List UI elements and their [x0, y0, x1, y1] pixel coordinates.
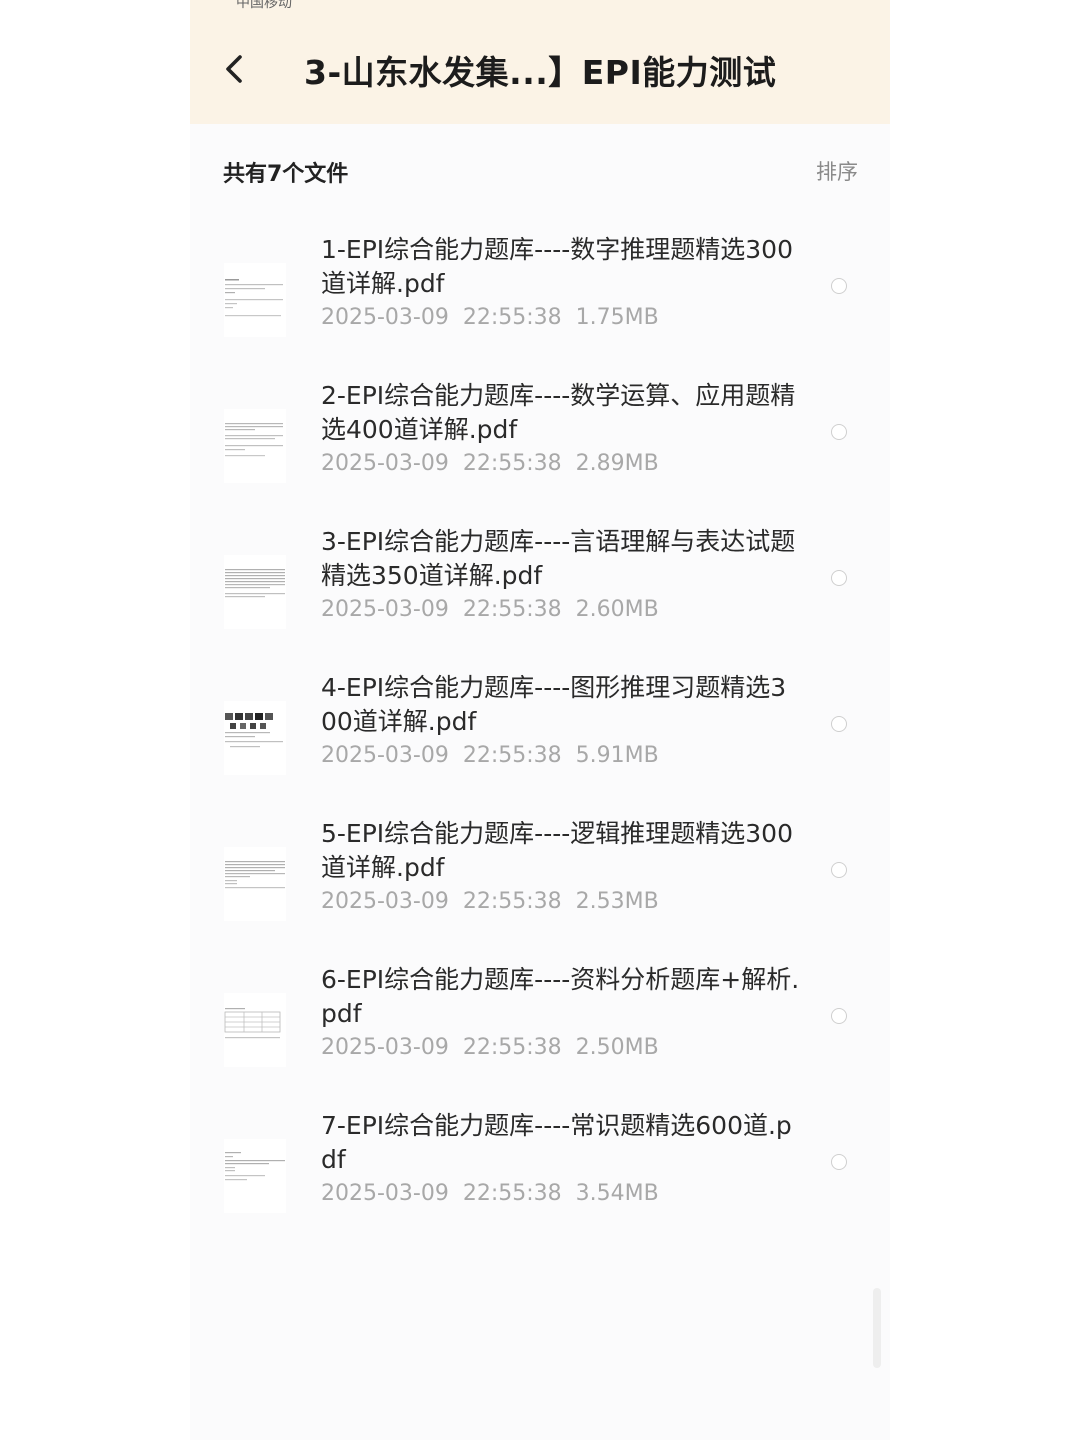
file-list-item[interactable]: 2-EPI综合能力题库----数学运算、应用题精选400道详解.pdf 2025… — [190, 359, 890, 505]
file-list: 1-EPI综合能力题库----数字推理题精选300道详解.pdf 2025-03… — [190, 213, 890, 1235]
file-meta: 2025-03-09 22:55:38 1.75MB — [321, 305, 659, 330]
select-radio[interactable] — [831, 716, 847, 732]
file-list-item[interactable]: 3-EPI综合能力题库----言语理解与表达试题精选350道详解.pdf 202… — [190, 505, 890, 651]
select-radio[interactable] — [831, 1154, 847, 1170]
file-name: 7-EPI综合能力题库----常识题精选600道.pdf — [321, 1111, 792, 1174]
file-list-item[interactable]: 5-EPI综合能力题库----逻辑推理题精选300道详解.pdf 2025-03… — [190, 797, 890, 943]
file-meta: 2025-03-09 22:55:38 3.54MB — [321, 1181, 659, 1206]
pdf-thumbnail — [224, 993, 286, 1067]
file-list-item[interactable]: 1-EPI综合能力题库----数字推理题精选300道详解.pdf 2025-03… — [190, 213, 890, 359]
pdf-thumbnail — [224, 555, 286, 629]
file-name: 2-EPI综合能力题库----数学运算、应用题精选400道详解.pdf — [321, 381, 796, 444]
file-list-item[interactable]: 7-EPI综合能力题库----常识题精选600道.pdf 2025-03-09 … — [190, 1089, 890, 1235]
file-name: 5-EPI综合能力题库----逻辑推理题精选300道详解.pdf — [321, 819, 793, 882]
pdf-thumbnail — [224, 701, 286, 775]
select-radio[interactable] — [831, 1008, 847, 1024]
top-header: 3-山东水发集...】EPI能力测试 — [190, 12, 890, 124]
file-meta: 2025-03-09 22:55:38 2.60MB — [321, 597, 659, 622]
back-button[interactable] — [216, 44, 256, 94]
select-radio[interactable] — [831, 424, 847, 440]
pdf-thumbnail — [224, 263, 286, 337]
status-bar: 中国移动 — [190, 0, 890, 12]
file-browser-screen: 中国移动 3-山东水发集...】EPI能力测试 共有7个文件 排序 1-EPI综… — [190, 0, 890, 1440]
select-radio[interactable] — [831, 278, 847, 294]
file-name: 1-EPI综合能力题库----数字推理题精选300道详解.pdf — [321, 235, 793, 298]
list-header: 共有7个文件 排序 — [190, 124, 890, 214]
file-count-label: 共有7个文件 — [223, 162, 349, 187]
file-name: 4-EPI综合能力题库----图形推理习题精选300道详解.pdf — [321, 673, 787, 736]
carrier-label: 中国移动 — [236, 0, 292, 11]
file-meta: 2025-03-09 22:55:38 2.50MB — [321, 1035, 659, 1060]
pdf-thumbnail — [224, 847, 286, 921]
sort-button[interactable]: 排序 — [816, 156, 858, 186]
pdf-thumbnail — [224, 1139, 286, 1213]
page-title: 3-山东水发集...】EPI能力测试 — [304, 53, 777, 92]
file-name: 3-EPI综合能力题库----言语理解与表达试题精选350道详解.pdf — [321, 527, 796, 590]
pdf-thumbnail — [224, 409, 286, 483]
select-radio[interactable] — [831, 862, 847, 878]
file-meta: 2025-03-09 22:55:38 2.89MB — [321, 451, 659, 476]
file-list-item[interactable]: 4-EPI综合能力题库----图形推理习题精选300道详解.pdf 2025-0… — [190, 651, 890, 797]
scrollbar[interactable] — [873, 1288, 881, 1368]
file-list-item[interactable]: 6-EPI综合能力题库----资料分析题库+解析.pdf 2025-03-09 … — [190, 943, 890, 1089]
file-meta: 2025-03-09 22:55:38 2.53MB — [321, 889, 659, 914]
select-radio[interactable] — [831, 570, 847, 586]
file-meta: 2025-03-09 22:55:38 5.91MB — [321, 743, 659, 768]
chevron-left-icon — [226, 55, 242, 83]
file-name: 6-EPI综合能力题库----资料分析题库+解析.pdf — [321, 965, 800, 1028]
